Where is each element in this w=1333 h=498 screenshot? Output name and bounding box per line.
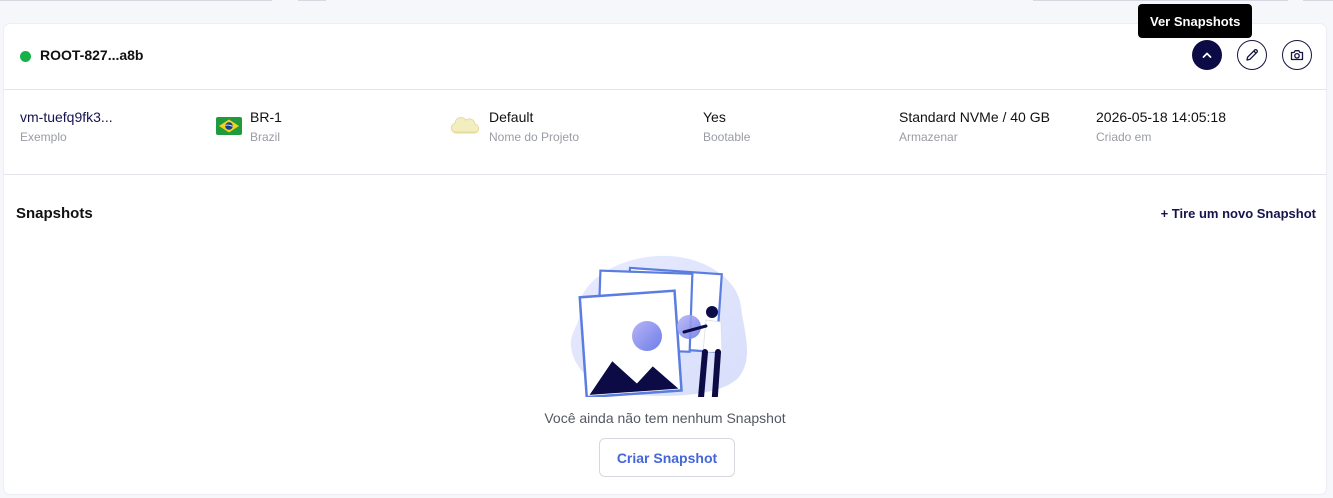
new-snapshot-link[interactable]: + Tire um novo Snapshot: [1161, 206, 1316, 221]
region-value: BR-1: [250, 109, 282, 125]
status-indicator: [20, 51, 31, 62]
cloud-icon: [450, 117, 479, 134]
detail-created: 2026-05-18 14:05:18 Criado em: [1096, 108, 1226, 145]
project-value: Default: [489, 109, 534, 125]
detail-instance: vm-tuefq9fk3... Exemplo: [20, 108, 113, 145]
bootable-value: Yes: [703, 109, 726, 125]
edit-button[interactable]: [1237, 40, 1267, 70]
brazil-flag-icon: [216, 117, 242, 135]
created-value: 2026-05-18 14:05:18: [1096, 109, 1226, 125]
chevron-up-icon: [1202, 52, 1212, 58]
pencil-icon: [1246, 49, 1258, 61]
snapshot-button[interactable]: [1282, 40, 1312, 70]
volume-card: ROOT-827...a8b vm-tuefq9fk3... Exemplo B…: [4, 24, 1326, 494]
instance-label: Exemplo: [20, 130, 67, 144]
storage-value: Standard NVMe / 40 GB: [899, 109, 1050, 125]
created-label: Criado em: [1096, 130, 1152, 144]
region-label: Brazil: [250, 130, 281, 144]
volume-header: ROOT-827...a8b: [4, 24, 1326, 90]
detail-project: Default Nome do Projeto: [489, 108, 579, 145]
volume-name[interactable]: ROOT-827...a8b: [40, 47, 143, 63]
snapshots-title: Snapshots: [16, 205, 93, 222]
top-strip: [0, 0, 1333, 6]
tooltip-ver-snapshots: Ver Snapshots: [1138, 4, 1253, 38]
detail-storage: Standard NVMe / 40 GB Armazenar: [899, 108, 1050, 145]
camera-icon: [1290, 50, 1304, 61]
instance-link[interactable]: vm-tuefq9fk3...: [20, 108, 113, 126]
detail-region: BR-1 Brazil: [250, 108, 282, 145]
empty-snapshots-illustration: [570, 255, 748, 397]
volume-details: vm-tuefq9fk3... Exemplo BR-1 Brazil Defa…: [4, 90, 1326, 175]
empty-state-text: Você ainda não tem nenhum Snapshot: [544, 410, 786, 426]
collapse-button[interactable]: [1192, 40, 1222, 70]
project-label: Nome do Projeto: [489, 130, 580, 144]
storage-label: Armazenar: [899, 130, 958, 144]
create-snapshot-button[interactable]: Criar Snapshot: [599, 438, 735, 477]
bootable-label: Bootable: [703, 130, 751, 144]
detail-bootable: Yes Bootable: [703, 108, 750, 145]
